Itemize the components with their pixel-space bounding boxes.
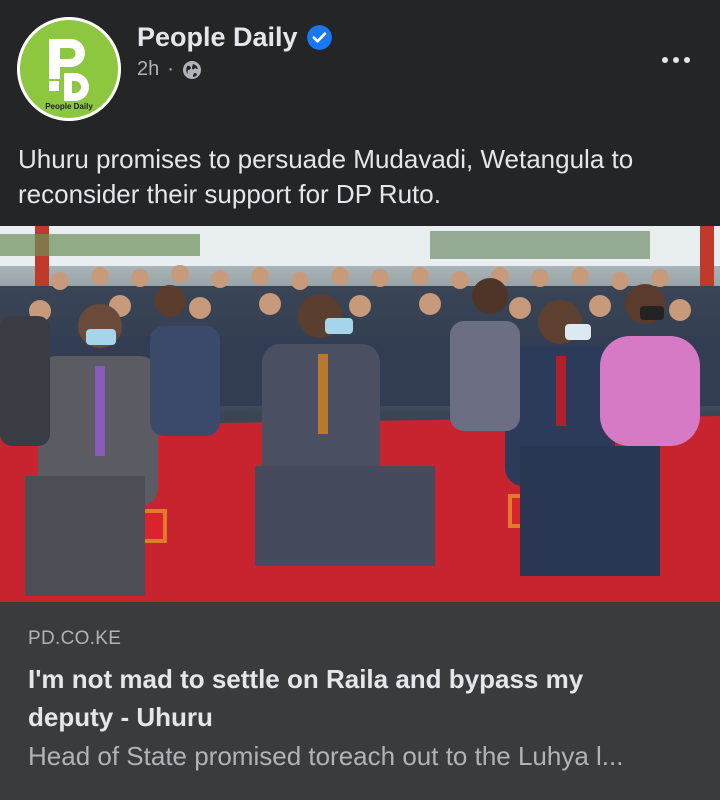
- post-meta: 2h ·: [137, 58, 202, 81]
- page-name-row[interactable]: People Daily: [137, 22, 333, 53]
- meta-separator: ·: [167, 58, 174, 80]
- more-options-icon: [662, 57, 668, 63]
- event-photo-illustration: [0, 226, 720, 602]
- globe-icon: [182, 60, 201, 79]
- page-name[interactable]: People Daily: [137, 22, 298, 53]
- link-domain: PD.CO.KE: [28, 628, 122, 649]
- logo-caption: People Daily: [45, 102, 93, 111]
- timestamp[interactable]: 2h: [137, 58, 159, 81]
- post-text: Uhuru promises to persuade Mudavadi, Wet…: [18, 144, 634, 209]
- link-title[interactable]: I'm not mad to settle on Raila and bypas…: [28, 660, 668, 736]
- more-options-button[interactable]: [658, 46, 694, 74]
- verified-badge-icon: [306, 25, 332, 50]
- post-photo[interactable]: [0, 226, 720, 602]
- link-preview-card[interactable]: PD.CO.KE I'm not mad to settle on Raila …: [0, 602, 720, 800]
- people-daily-logo: People Daily: [17, 17, 121, 121]
- page-avatar[interactable]: People Daily: [17, 17, 121, 121]
- link-description: Head of State promised toreach out to th…: [28, 741, 624, 771]
